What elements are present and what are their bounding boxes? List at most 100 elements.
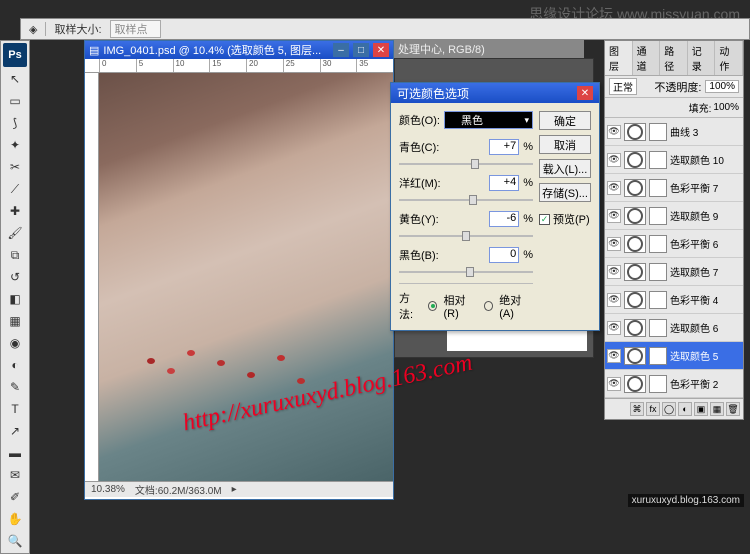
layer-list: 👁曲线 3👁选取颜色 10👁色彩平衡 7👁选取颜色 9👁色彩平衡 6👁选取颜色 … — [605, 118, 743, 398]
layer-row[interactable]: 👁 色彩平衡 6 — [605, 230, 743, 258]
color-select[interactable]: 黑色 — [444, 111, 533, 129]
cyan-slider[interactable] — [399, 159, 533, 169]
visibility-icon[interactable]: 👁 — [607, 209, 621, 223]
layer-row[interactable]: 👁 选取颜色 10 — [605, 146, 743, 174]
visibility-icon[interactable]: 👁 — [607, 237, 621, 251]
layer-name: 色彩平衡 4 — [670, 292, 741, 307]
minimize-button[interactable]: – — [333, 43, 349, 57]
dialog-close-button[interactable]: ✕ — [577, 86, 593, 100]
visibility-icon[interactable]: 👁 — [607, 377, 621, 391]
method-relative-radio[interactable] — [428, 301, 437, 311]
layer-name: 色彩平衡 7 — [670, 180, 741, 195]
pen-tool-icon[interactable]: ✎ — [3, 377, 27, 397]
layer-row[interactable]: 👁 选取颜色 9 — [605, 202, 743, 230]
eyedropper-icon: ◈ — [29, 23, 37, 36]
tab-channels[interactable]: 通道 — [633, 41, 661, 75]
layer-name: 选取颜色 9 — [670, 208, 741, 223]
cyan-label: 青色(C): — [399, 139, 449, 155]
doc-title-text: IMG_0401.psd @ 10.4% (选取颜色 5, 图层... — [103, 42, 321, 58]
yellow-slider[interactable] — [399, 231, 533, 241]
close-button[interactable]: ✕ — [373, 43, 389, 57]
lasso-tool-icon[interactable]: ⟆ — [3, 113, 27, 133]
visibility-icon[interactable]: 👁 — [607, 321, 621, 335]
new-layer-icon[interactable]: ▦ — [710, 402, 724, 416]
zoom-tool-icon[interactable]: 🔍 — [3, 531, 27, 551]
magenta-input[interactable]: +4 — [489, 175, 519, 191]
opacity-input[interactable]: 100% — [705, 80, 739, 93]
layer-row[interactable]: 👁 选取颜色 5 — [605, 342, 743, 370]
type-tool-icon[interactable]: T — [3, 399, 27, 419]
tab-history[interactable]: 记录 — [688, 41, 716, 75]
layer-row[interactable]: 👁选取颜色 7 — [605, 258, 743, 286]
visibility-icon[interactable]: 👁 — [607, 181, 621, 195]
hand-tool-icon[interactable]: ✋ — [3, 509, 27, 529]
visibility-icon[interactable]: 👁 — [607, 265, 621, 279]
layer-mask-thumb — [649, 319, 667, 337]
ok-button[interactable]: 确定 — [539, 111, 591, 130]
notes-tool-icon[interactable]: ✉ — [3, 465, 27, 485]
layer-row[interactable]: 👁 曲线 3 — [605, 118, 743, 146]
blend-mode-select[interactable]: 正常 — [609, 78, 637, 95]
layer-thumb — [624, 347, 646, 365]
magenta-slider[interactable] — [399, 195, 533, 205]
magenta-label: 洋红(M): — [399, 175, 449, 191]
cyan-input[interactable]: +7 — [489, 139, 519, 155]
layer-row[interactable]: 👁 色彩平衡 7 — [605, 174, 743, 202]
fx-icon[interactable]: fx — [646, 402, 660, 416]
load-button[interactable]: 载入(L)... — [539, 159, 591, 178]
trash-icon[interactable]: 🗑 — [726, 402, 740, 416]
tab-actions[interactable]: 动作 — [715, 41, 743, 75]
layer-mask-thumb — [649, 179, 667, 197]
marquee-tool-icon[interactable]: ▭ — [3, 91, 27, 111]
shape-tool-icon[interactable]: ▬ — [3, 443, 27, 463]
adjustment-icon[interactable]: ◐ — [678, 402, 692, 416]
eyedropper-tool-icon[interactable]: ✐ — [3, 487, 27, 507]
move-tool-icon[interactable]: ↖ — [3, 69, 27, 89]
blur-tool-icon[interactable]: ◉ — [3, 333, 27, 353]
layer-name: 曲线 3 — [670, 124, 741, 139]
link-icon[interactable]: ⌘ — [630, 402, 644, 416]
preview-checkbox[interactable]: ✓ — [539, 214, 550, 225]
black-slider[interactable] — [399, 267, 533, 277]
status-arrow-icon[interactable]: ▸ — [232, 484, 237, 495]
layer-row[interactable]: 👁色彩平衡 2 — [605, 370, 743, 398]
stamp-tool-icon[interactable]: ⧉ — [3, 245, 27, 265]
document-titlebar[interactable]: ▤ IMG_0401.psd @ 10.4% (选取颜色 5, 图层... – … — [85, 41, 393, 59]
brush-tool-icon[interactable]: 🖌 — [3, 223, 27, 243]
gradient-tool-icon[interactable]: ▦ — [3, 311, 27, 331]
layer-name: 色彩平衡 6 — [670, 236, 741, 251]
sample-size-select[interactable]: 取样点 — [110, 20, 161, 38]
method-absolute-radio[interactable] — [484, 301, 493, 311]
fill-input[interactable]: 100% — [713, 102, 739, 113]
crop-tool-icon[interactable]: ✂ — [3, 157, 27, 177]
wand-tool-icon[interactable]: ✦ — [3, 135, 27, 155]
layer-name: 选取颜色 5 — [670, 348, 741, 363]
save-button[interactable]: 存储(S)... — [539, 183, 591, 202]
tab-layers[interactable]: 图层 — [605, 41, 633, 75]
layer-row[interactable]: 👁 色彩平衡 4 — [605, 286, 743, 314]
eraser-tool-icon[interactable]: ◧ — [3, 289, 27, 309]
visibility-icon[interactable]: 👁 — [607, 293, 621, 307]
history-brush-icon[interactable]: ↺ — [3, 267, 27, 287]
folder-icon[interactable]: ▣ — [694, 402, 708, 416]
layer-mask-thumb — [649, 375, 667, 393]
dialog-titlebar[interactable]: 可选颜色选项 ✕ — [391, 83, 599, 103]
black-input[interactable]: 0 — [489, 247, 519, 263]
yellow-input[interactable]: -6 — [489, 211, 519, 227]
path-tool-icon[interactable]: ↗ — [3, 421, 27, 441]
slice-tool-icon[interactable]: ⟋ — [3, 179, 27, 199]
heal-tool-icon[interactable]: ✚ — [3, 201, 27, 221]
cancel-button[interactable]: 取消 — [539, 135, 591, 154]
visibility-icon[interactable]: 👁 — [607, 153, 621, 167]
layer-row[interactable]: 👁选取颜色 6 — [605, 314, 743, 342]
layer-mask-thumb — [649, 207, 667, 225]
mask-icon[interactable]: ◯ — [662, 402, 676, 416]
visibility-icon[interactable]: 👁 — [607, 125, 621, 139]
tab-paths[interactable]: 路径 — [660, 41, 688, 75]
layer-mask-thumb — [649, 235, 667, 253]
maximize-button[interactable]: □ — [353, 43, 369, 57]
dodge-tool-icon[interactable]: ◐ — [3, 355, 27, 375]
zoom-level[interactable]: 10.38% — [91, 484, 125, 495]
visibility-icon[interactable]: 👁 — [607, 349, 621, 363]
layer-name: 选取颜色 10 — [670, 152, 741, 167]
